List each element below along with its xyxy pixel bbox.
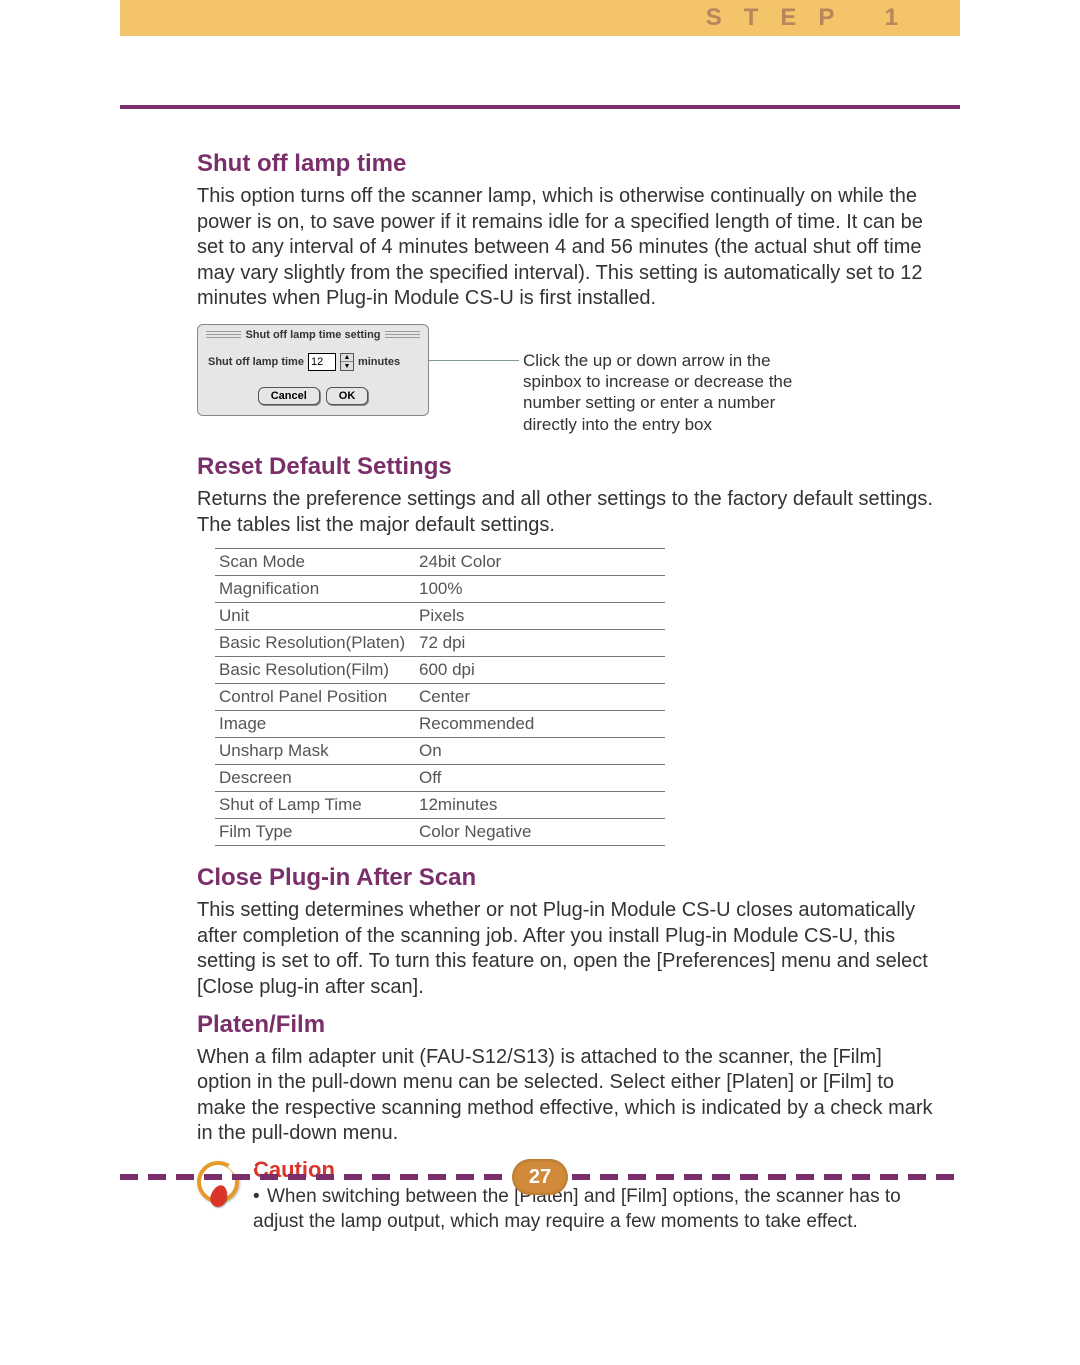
callout-line [425,360,519,361]
spin-buttons: ▲ ▼ [340,353,354,371]
table-cell-key: Unsharp Mask [215,738,415,765]
close-body: This setting determines whether or not P… [197,898,940,1000]
spin-up-button[interactable]: ▲ [341,354,353,363]
table-cell-value: 24bit Color [415,549,665,576]
table-cell-key: Image [215,711,415,738]
reset-heading: Reset Default Settings [197,453,940,481]
table-row: Film TypeColor Negative [215,819,665,846]
table-row: UnitPixels [215,603,665,630]
footer-dash-left [120,1174,508,1180]
cancel-button[interactable]: Cancel [258,387,320,405]
table-cell-key: Magnification [215,576,415,603]
table-cell-key: Film Type [215,819,415,846]
shutoff-body: This option turns off the scanner lamp, … [197,184,940,312]
horizontal-rule [120,105,960,109]
table-cell-key: Shut of Lamp Time [215,792,415,819]
table-cell-key: Control Panel Position [215,684,415,711]
table-cell-value: On [415,738,665,765]
table-row: Unsharp MaskOn [215,738,665,765]
dialog-title-stripe [385,331,420,339]
platen-heading: Platen/Film [197,1011,940,1039]
table-cell-key: Basic Resolution(Platen) [215,630,415,657]
callout-text: Click the up or down arrow in the spinbo… [519,324,809,435]
table-row: Basic Resolution(Platen)72 dpi [215,630,665,657]
footer-dash-right [572,1174,960,1180]
ok-button[interactable]: OK [326,387,369,405]
dialog-unit-label: minutes [358,356,400,368]
table-cell-value: Recommended [415,711,665,738]
shutoff-dialog: Shut off lamp time setting Shut off lamp… [197,324,429,416]
table-row: ImageRecommended [215,711,665,738]
table-cell-value: 100% [415,576,665,603]
table-cell-key: Unit [215,603,415,630]
page-number-badge: 27 [512,1159,568,1195]
table-cell-value: 12minutes [415,792,665,819]
spin-down-button[interactable]: ▼ [341,362,353,370]
table-cell-value: 600 dpi [415,657,665,684]
table-row: Shut of Lamp Time12minutes [215,792,665,819]
table-cell-value: Color Negative [415,819,665,846]
step-label: STEP 1 [706,4,920,32]
lamp-time-input[interactable] [308,353,336,371]
defaults-table: Scan Mode24bit ColorMagnification100%Uni… [215,548,665,846]
table-row: Scan Mode24bit Color [215,549,665,576]
table-row: Magnification100% [215,576,665,603]
close-heading: Close Plug-in After Scan [197,864,940,892]
dialog-row: Shut off lamp time setting Shut off lamp… [197,324,940,435]
reset-body: Returns the preference settings and all … [197,487,940,538]
table-cell-value: Pixels [415,603,665,630]
table-cell-key: Descreen [215,765,415,792]
dialog-title-stripe [206,331,241,339]
shutoff-heading: Shut off lamp time [197,150,940,178]
table-row: Control Panel PositionCenter [215,684,665,711]
platen-body: When a film adapter unit (FAU-S12/S13) i… [197,1045,940,1147]
dialog-title: Shut off lamp time setting [245,329,380,341]
dialog-field-label: Shut off lamp time [208,356,304,368]
table-cell-value: Off [415,765,665,792]
table-cell-key: Scan Mode [215,549,415,576]
page-footer: 27 [120,1159,960,1195]
page-content: Shut off lamp time This option turns off… [197,150,940,1234]
table-cell-key: Basic Resolution(Film) [215,657,415,684]
table-row: Basic Resolution(Film)600 dpi [215,657,665,684]
table-row: DescreenOff [215,765,665,792]
table-cell-value: 72 dpi [415,630,665,657]
table-cell-value: Center [415,684,665,711]
